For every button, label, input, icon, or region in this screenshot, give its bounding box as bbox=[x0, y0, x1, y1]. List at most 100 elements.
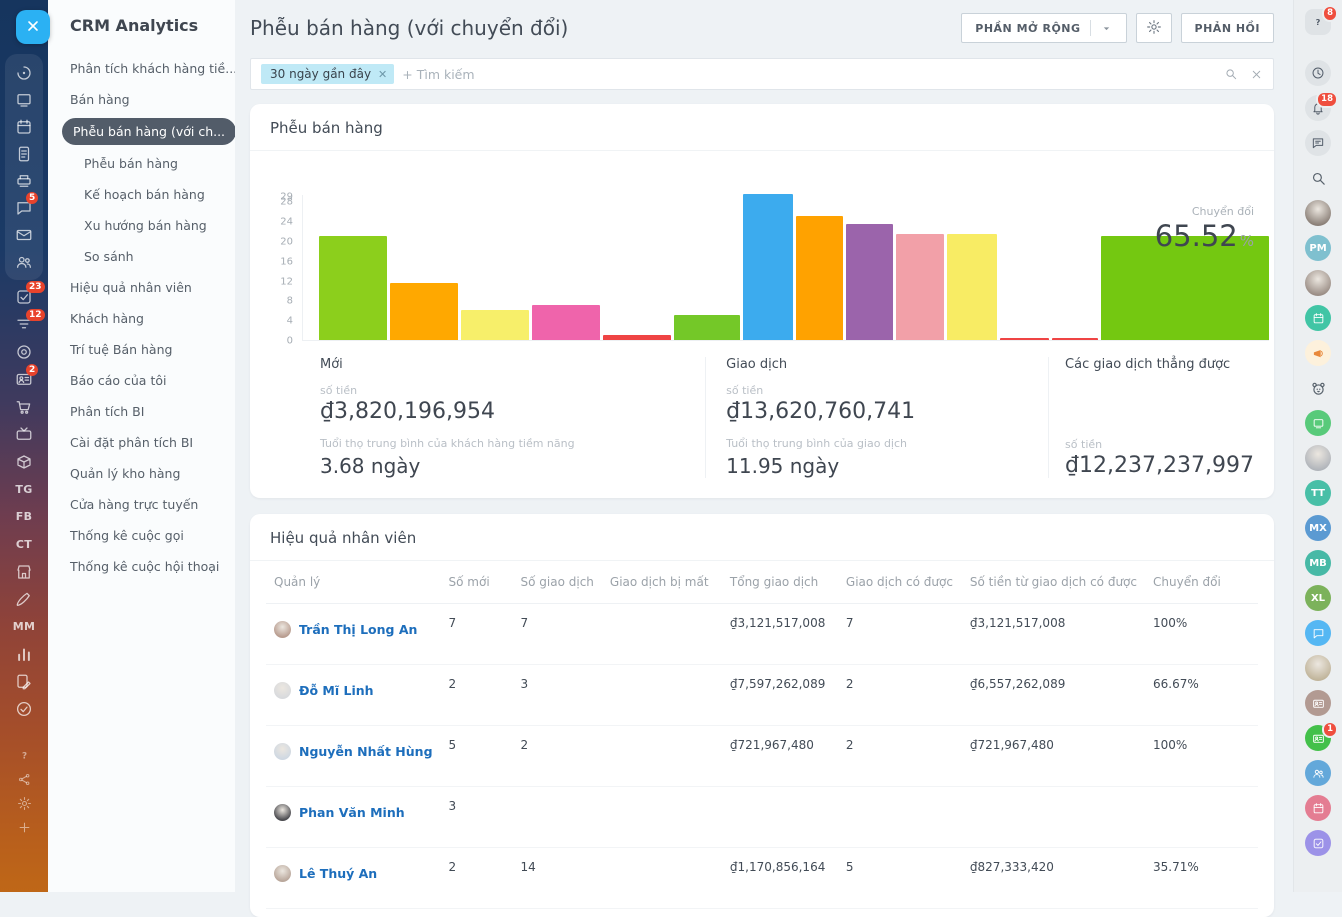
rail-item-tg[interactable]: TG bbox=[5, 476, 43, 504]
people-rail-button[interactable] bbox=[5, 248, 43, 275]
task-check-rail-button[interactable]: 23 bbox=[5, 283, 43, 311]
right-rail-user-avatar-xl[interactable]: XL bbox=[1305, 585, 1331, 611]
funnel-bar[interactable] bbox=[796, 216, 843, 340]
settings-button[interactable] bbox=[1136, 13, 1172, 43]
extension-button[interactable]: PHẦN MỞ RỘNG bbox=[961, 13, 1126, 43]
gear-rail-button[interactable] bbox=[5, 791, 43, 815]
doc-pen-rail-button[interactable] bbox=[5, 668, 43, 696]
sidebar-item[interactable]: Cửa hàng trực tuyến bbox=[48, 489, 235, 520]
share-rail-button[interactable] bbox=[5, 767, 43, 791]
filter-chip[interactable]: 30 ngày gần đây ✕ bbox=[261, 64, 394, 84]
help-rail-button[interactable]: ? bbox=[5, 743, 43, 767]
rail-item-mm[interactable]: MM bbox=[5, 613, 43, 641]
right-rail-bear-button[interactable] bbox=[1305, 375, 1331, 401]
sidebar-item[interactable]: So sánh bbox=[48, 241, 235, 272]
right-rail-task-check-button[interactable] bbox=[1305, 830, 1331, 856]
sidebar-item[interactable]: Phân tích khách hàng tiề... bbox=[48, 53, 235, 84]
plus-rail-button[interactable] bbox=[5, 815, 43, 839]
right-rail-id-card-button[interactable]: 1 bbox=[1305, 725, 1331, 751]
chip-remove-icon[interactable]: ✕ bbox=[378, 68, 387, 81]
rail-item-fb[interactable]: FB bbox=[5, 503, 43, 531]
right-rail-bell-button[interactable]: 18 bbox=[1305, 95, 1331, 121]
mail-rail-button[interactable] bbox=[5, 221, 43, 248]
shop-rail-button[interactable] bbox=[5, 558, 43, 586]
right-rail-clock-button[interactable] bbox=[1305, 60, 1331, 86]
close-button[interactable] bbox=[16, 10, 50, 44]
right-rail-calendar-button[interactable] bbox=[1305, 305, 1331, 331]
employee-link[interactable]: Nguyễn Nhất Hùng bbox=[274, 743, 433, 760]
drive-rail-button[interactable] bbox=[5, 167, 43, 194]
id-card-rail-button[interactable]: 2 bbox=[5, 366, 43, 394]
search-icon[interactable] bbox=[1224, 67, 1238, 81]
funnel-bar[interactable] bbox=[846, 224, 893, 340]
box-rail-button[interactable] bbox=[5, 448, 43, 476]
target-rail-button[interactable] bbox=[5, 338, 43, 366]
right-rail-chat-button[interactable] bbox=[1305, 620, 1331, 646]
sidebar-item[interactable]: Trí tuệ Bán hàng bbox=[48, 334, 235, 365]
right-rail-search-button[interactable] bbox=[1305, 165, 1331, 191]
sidebar-item[interactable]: Thống kê cuộc gọi bbox=[48, 520, 235, 551]
right-rail-user-avatar[interactable] bbox=[1305, 655, 1331, 681]
sidebar-item[interactable]: Bán hàng bbox=[48, 84, 235, 115]
funnel-bar[interactable] bbox=[390, 283, 458, 340]
funnel-bar[interactable] bbox=[603, 335, 671, 340]
right-rail-user-avatar[interactable] bbox=[1305, 270, 1331, 296]
sidebar-item[interactable]: Kế hoạch bán hàng bbox=[48, 179, 235, 210]
chat-rail-button[interactable]: 5 bbox=[5, 194, 43, 221]
funnel-bar[interactable] bbox=[1000, 338, 1049, 340]
right-rail-megaphone-button[interactable] bbox=[1305, 340, 1331, 366]
funnel-bar[interactable] bbox=[532, 305, 600, 340]
employee-name[interactable]: Nguyễn Nhất Hùng bbox=[299, 744, 433, 759]
sidebar-item[interactable]: Quản lý kho hàng bbox=[48, 458, 235, 489]
filter-rail-button[interactable]: 12 bbox=[5, 311, 43, 339]
right-rail-chat-lines-button[interactable] bbox=[1305, 130, 1331, 156]
funnel-bar[interactable] bbox=[1052, 338, 1098, 340]
funnel-bar[interactable] bbox=[319, 236, 387, 340]
employee-name[interactable]: Phan Văn Minh bbox=[299, 805, 405, 820]
sidebar-item[interactable]: Phễu bán hàng bbox=[48, 148, 235, 179]
right-rail-user-avatar[interactable] bbox=[1305, 200, 1331, 226]
employee-link[interactable]: Đỗ Mĩ Linh bbox=[274, 682, 433, 699]
pen-rail-button[interactable] bbox=[5, 586, 43, 614]
employee-name[interactable]: Trần Thị Long An bbox=[299, 622, 417, 637]
employee-link[interactable]: Phan Văn Minh bbox=[274, 804, 433, 821]
employee-name[interactable]: Lê Thuý An bbox=[299, 866, 377, 881]
chart-rail-button[interactable] bbox=[5, 641, 43, 669]
sidebar-item-active[interactable]: Phễu bán hàng (với ch... bbox=[48, 115, 235, 148]
sidebar-item[interactable]: Cài đặt phân tích BI bbox=[48, 427, 235, 458]
right-rail-news-button[interactable] bbox=[1305, 410, 1331, 436]
search-input[interactable] bbox=[394, 67, 1224, 82]
sidebar-item[interactable]: Hiệu quả nhân viên bbox=[48, 272, 235, 303]
employee-name[interactable]: Đỗ Mĩ Linh bbox=[299, 683, 374, 698]
check-circle-rail-button[interactable] bbox=[5, 696, 43, 724]
right-rail-user-avatar-tt[interactable]: TT bbox=[1305, 480, 1331, 506]
right-rail-user-avatar-mb[interactable]: MB bbox=[1305, 550, 1331, 576]
funnel-bar[interactable] bbox=[743, 194, 793, 340]
funnel-bar[interactable] bbox=[947, 234, 997, 340]
sidebar-item[interactable]: Báo cáo của tôi bbox=[48, 365, 235, 396]
right-rail-people-button[interactable] bbox=[1305, 760, 1331, 786]
employee-link[interactable]: Trần Thị Long An bbox=[274, 621, 433, 638]
employee-link[interactable]: Lê Thuý An bbox=[274, 865, 433, 882]
sidebar-item[interactable]: Phân tích BI bbox=[48, 396, 235, 427]
right-rail-help-button[interactable]: ?8 bbox=[1305, 9, 1331, 35]
calendar-rail-button[interactable] bbox=[5, 113, 43, 140]
tv-rail-button[interactable] bbox=[5, 421, 43, 449]
right-rail-id-card-button[interactable] bbox=[1305, 690, 1331, 716]
funnel-bar[interactable] bbox=[674, 315, 740, 340]
document-rail-button[interactable] bbox=[5, 140, 43, 167]
right-rail-user-avatar-pm[interactable]: PM bbox=[1305, 235, 1331, 261]
clear-filter-icon[interactable] bbox=[1250, 68, 1263, 81]
right-rail-calendar-button[interactable] bbox=[1305, 795, 1331, 821]
news-rail-button[interactable] bbox=[5, 86, 43, 113]
right-rail-user-avatar-mx[interactable]: MX bbox=[1305, 515, 1331, 541]
sidebar-item[interactable]: Khách hàng bbox=[48, 303, 235, 334]
cart-rail-button[interactable] bbox=[5, 393, 43, 421]
sidebar-item[interactable]: Thống kê cuộc hội thoại bbox=[48, 551, 235, 582]
sidebar-item[interactable]: Xu hướng bán hàng bbox=[48, 210, 235, 241]
right-rail-user-avatar[interactable] bbox=[1305, 445, 1331, 471]
pulse-rail-button[interactable] bbox=[5, 59, 43, 86]
rail-item-ct[interactable]: CT bbox=[5, 531, 43, 559]
funnel-bar[interactable] bbox=[461, 310, 529, 340]
feedback-button[interactable]: PHẢN HỒI bbox=[1181, 13, 1274, 43]
